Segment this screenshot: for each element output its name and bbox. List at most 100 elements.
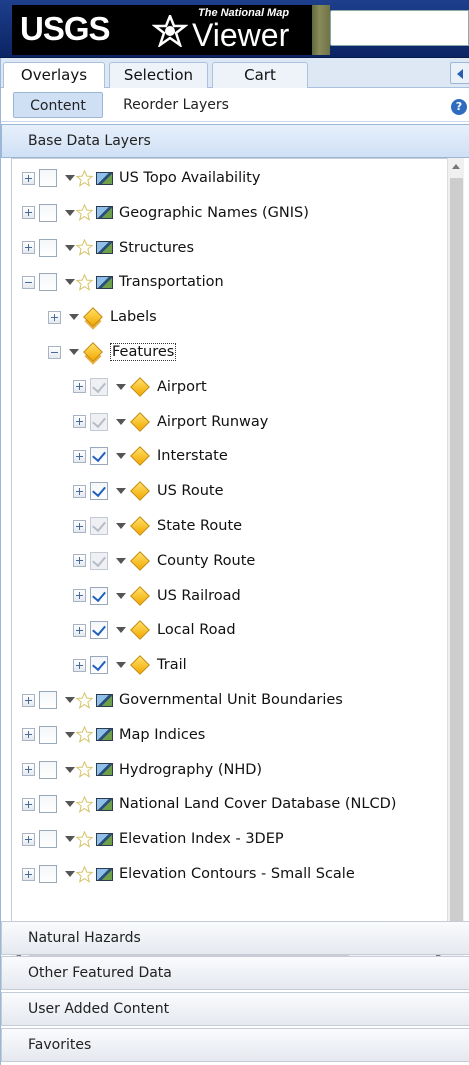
section-header-other-featured-data[interactable]: Other Featured Data: [1, 956, 469, 990]
layer-tree-row[interactable]: Geographic Names (GNIS): [22, 198, 309, 228]
layer-label[interactable]: Hydrography (NHD): [119, 762, 262, 778]
layer-label[interactable]: US Topo Availability: [119, 170, 260, 186]
layer-label[interactable]: US Railroad: [157, 588, 241, 604]
layer-label[interactable]: State Route: [157, 518, 242, 534]
layer-visibility-checkbox[interactable]: [39, 238, 57, 257]
subtab-content[interactable]: Content: [13, 92, 103, 118]
favorite-star-icon[interactable]: [76, 865, 93, 883]
layer-label[interactable]: Geographic Names (GNIS): [119, 205, 309, 221]
layer-visibility-checkbox[interactable]: [90, 482, 108, 501]
layer-tree-row[interactable]: Local Road: [73, 615, 236, 645]
section-header-natural-hazards[interactable]: Natural Hazards: [1, 921, 469, 955]
favorite-star-icon[interactable]: [76, 273, 93, 291]
layer-label[interactable]: Governmental Unit Boundaries: [119, 692, 343, 708]
favorite-star-icon[interactable]: [76, 691, 93, 709]
expand-icon[interactable]: [22, 867, 35, 881]
layer-tree-row[interactable]: US Route: [73, 476, 224, 506]
collapse-panel-button[interactable]: [450, 62, 469, 84]
layer-tree-row[interactable]: Governmental Unit Boundaries: [22, 685, 343, 715]
layer-tree-row[interactable]: Elevation Contours - Small Scale: [22, 859, 355, 889]
expand-icon[interactable]: [22, 693, 35, 707]
layer-menu-dropdown-icon[interactable]: [65, 175, 75, 181]
section-header-user-added-content[interactable]: User Added Content: [1, 992, 469, 1026]
layer-menu-dropdown-icon[interactable]: [116, 627, 126, 634]
layer-tree-row[interactable]: State Route: [73, 511, 242, 541]
expand-icon[interactable]: [73, 519, 86, 533]
layer-label[interactable]: Airport: [157, 379, 207, 395]
layer-menu-dropdown-icon[interactable]: [65, 766, 75, 773]
layer-tree-row[interactable]: Hydrography (NHD): [22, 755, 262, 785]
collapse-icon[interactable]: [22, 275, 35, 289]
layer-label[interactable]: Transportation: [119, 274, 224, 290]
layer-visibility-checkbox[interactable]: [90, 586, 108, 605]
tab-cart[interactable]: Cart: [212, 62, 308, 88]
layer-label[interactable]: Features: [110, 343, 177, 361]
expand-icon[interactable]: [73, 449, 86, 463]
scroll-up-icon[interactable]: [452, 164, 460, 169]
layer-label[interactable]: Local Road: [157, 622, 236, 638]
expand-icon[interactable]: [22, 171, 35, 185]
expand-icon[interactable]: [73, 554, 86, 568]
layer-menu-dropdown-icon[interactable]: [116, 418, 126, 425]
layer-tree-row[interactable]: Structures: [22, 233, 194, 263]
layer-visibility-checkbox[interactable]: [39, 273, 57, 292]
layer-label[interactable]: County Route: [157, 553, 255, 569]
expand-icon[interactable]: [22, 763, 35, 777]
layer-menu-dropdown-icon[interactable]: [65, 697, 75, 703]
layer-menu-dropdown-icon[interactable]: [65, 836, 75, 843]
collapse-icon[interactable]: [48, 345, 61, 359]
layer-label[interactable]: National Land Cover Database (NLCD): [119, 796, 396, 812]
vertical-scrollbar[interactable]: [447, 158, 464, 947]
tab-selection[interactable]: Selection: [109, 62, 208, 88]
layer-menu-dropdown-icon[interactable]: [116, 453, 126, 460]
vertical-scroll-thumb[interactable]: [450, 178, 463, 923]
layer-menu-dropdown-icon[interactable]: [116, 662, 126, 669]
favorite-star-icon[interactable]: [76, 761, 93, 778]
subtab-reorder-layers[interactable]: Reorder Layers: [111, 92, 241, 118]
layer-menu-dropdown-icon[interactable]: [116, 592, 126, 599]
layer-tree-row[interactable]: US Topo Availability: [22, 163, 260, 193]
layer-tree-row[interactable]: Map Indices: [22, 720, 205, 750]
favorite-star-icon[interactable]: [76, 169, 93, 187]
layer-menu-dropdown-icon[interactable]: [116, 523, 126, 529]
expand-icon[interactable]: [22, 241, 35, 255]
search-input[interactable]: [330, 10, 469, 46]
expand-icon[interactable]: [22, 728, 35, 742]
layer-tree-row[interactable]: Labels: [48, 302, 157, 332]
layer-visibility-checkbox[interactable]: [39, 865, 57, 883]
layer-label[interactable]: US Route: [157, 483, 224, 499]
layer-visibility-checkbox[interactable]: [90, 621, 108, 640]
section-header-base-data-layers[interactable]: Base Data Layers: [1, 124, 469, 158]
help-icon[interactable]: ?: [451, 99, 467, 115]
expand-icon[interactable]: [73, 589, 86, 603]
layer-label[interactable]: Elevation Contours - Small Scale: [119, 866, 355, 882]
layer-visibility-checkbox[interactable]: [90, 656, 108, 675]
layer-menu-dropdown-icon[interactable]: [116, 488, 126, 495]
layer-tree-row[interactable]: Features: [48, 337, 177, 367]
layer-label[interactable]: Map Indices: [119, 727, 205, 743]
layer-menu-dropdown-icon[interactable]: [65, 731, 75, 738]
expand-icon[interactable]: [22, 206, 35, 220]
layer-label[interactable]: Airport Runway: [157, 414, 268, 430]
layer-visibility-checkbox[interactable]: [39, 169, 57, 187]
layer-menu-dropdown-icon[interactable]: [69, 349, 79, 355]
expand-icon[interactable]: [73, 380, 86, 394]
layer-tree-row[interactable]: US Railroad: [73, 581, 241, 611]
layer-label[interactable]: Interstate: [157, 448, 228, 464]
expand-icon[interactable]: [73, 484, 86, 498]
layer-tree-row[interactable]: Airport: [73, 372, 207, 402]
section-header-favorites[interactable]: Favorites: [1, 1028, 469, 1062]
layer-tree-row[interactable]: Elevation Index - 3DEP: [22, 824, 284, 854]
layer-menu-dropdown-icon[interactable]: [116, 557, 126, 564]
favorite-star-icon[interactable]: [76, 239, 93, 256]
layer-menu-dropdown-icon[interactable]: [69, 314, 79, 321]
expand-icon[interactable]: [48, 310, 61, 324]
expand-icon[interactable]: [73, 658, 86, 672]
layer-menu-dropdown-icon[interactable]: [65, 279, 75, 286]
layer-tree-row[interactable]: Trail: [73, 650, 187, 680]
layer-label[interactable]: Labels: [110, 309, 157, 325]
usgs-tnm-logo[interactable]: USGS The National Map Viewer: [12, 5, 312, 55]
layer-visibility-checkbox[interactable]: [39, 725, 57, 744]
layer-tree-row[interactable]: Interstate: [73, 441, 228, 471]
expand-icon[interactable]: [73, 415, 86, 429]
